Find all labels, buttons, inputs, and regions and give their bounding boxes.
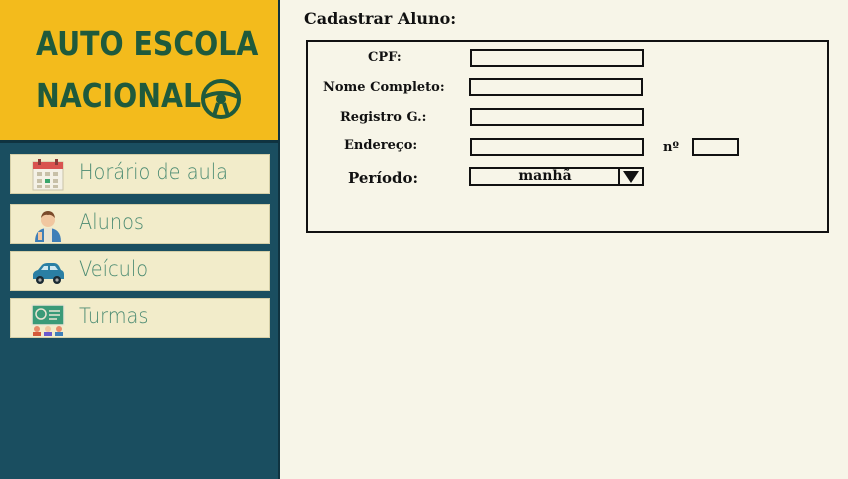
logo-line-2: NACIONAL xyxy=(36,76,202,115)
periodo-label: Período: xyxy=(348,169,419,187)
endereco-field[interactable] xyxy=(470,138,644,156)
sidebar-item-alunos[interactable]: Alunos xyxy=(10,204,270,244)
car-icon xyxy=(33,263,64,284)
cpf-field[interactable] xyxy=(470,49,644,67)
nome-completo-field[interactable] xyxy=(469,78,643,96)
sidebar-item-turmas[interactable]: Turmas xyxy=(10,298,270,338)
dropdown-button[interactable] xyxy=(618,169,642,184)
steering-wheel-icon xyxy=(201,79,241,119)
sidebar-item-label: Alunos xyxy=(79,210,144,234)
sidebar: AUTO ESCOLA NACIONAL Horário de aula Alu… xyxy=(0,0,280,479)
triangle-down-icon xyxy=(623,171,639,183)
numero-label: nº xyxy=(663,140,679,155)
sidebar-item-horario[interactable]: Horário de aula xyxy=(10,154,270,194)
cpf-label: CPF: xyxy=(368,50,402,65)
calendar-icon xyxy=(32,159,64,191)
registro-geral-label: Registro G.: xyxy=(340,110,427,125)
logo-line-1: AUTO ESCOLA xyxy=(36,24,259,63)
sidebar-item-label: Horário de aula xyxy=(79,160,228,184)
numero-field[interactable] xyxy=(692,138,739,156)
periodo-selected-value: manhã xyxy=(518,168,572,184)
registro-geral-field[interactable] xyxy=(470,108,644,126)
sidebar-item-label: Turmas xyxy=(79,304,149,328)
sidebar-item-veiculo[interactable]: Veículo xyxy=(10,251,270,291)
periodo-select[interactable]: manhã xyxy=(469,167,644,186)
logo: AUTO ESCOLA NACIONAL xyxy=(0,0,278,143)
student-icon xyxy=(35,211,61,242)
nome-completo-label: Nome Completo: xyxy=(323,80,445,95)
endereco-label: Endereço: xyxy=(344,138,418,153)
classroom-icon xyxy=(31,304,65,336)
sidebar-item-label: Veículo xyxy=(79,257,149,281)
student-form xyxy=(306,40,829,233)
page-title: Cadastrar Aluno: xyxy=(304,9,457,28)
